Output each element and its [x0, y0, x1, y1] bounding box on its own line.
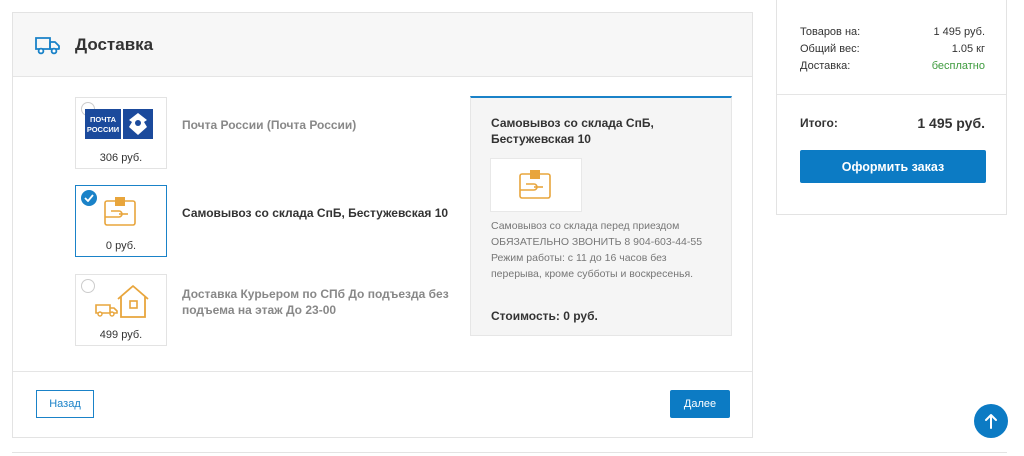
svg-text:РОССИИ: РОССИИ: [87, 125, 119, 134]
delivery-option-pochta[interactable]: ПОЧТА РОССИИ 306 руб.: [75, 97, 167, 169]
bottom-divider: [12, 452, 1007, 453]
place-order-button[interactable]: Оформить заказ: [800, 150, 986, 183]
delivery-detail-panel: Самовывоз со склада СпБ, Бестужевская 10…: [470, 96, 732, 336]
delivery-option-pickup[interactable]: 0 руб.: [75, 185, 167, 257]
order-summary: Товаров на: 1 495 руб. Общий вес: 1.05 к…: [776, 0, 1007, 215]
courier-house-icon: [76, 275, 166, 327]
option-name-pickup[interactable]: Самовывоз со склада СпБ, Бестужевская 10: [182, 205, 448, 221]
summary-divider: [777, 94, 1006, 95]
delivery-header: Доставка: [13, 13, 752, 77]
cost-label: Стоимость:: [491, 309, 560, 323]
next-button[interactable]: Далее: [670, 390, 730, 418]
option-name-courier[interactable]: Доставка Курьером по СПб До подъезда без…: [182, 286, 452, 318]
svg-text:ПОЧТА: ПОЧТА: [90, 115, 117, 124]
delivery-footer: Назад Далее: [13, 371, 752, 438]
delivery-title: Доставка: [75, 34, 154, 54]
summary-total-row: Итого: 1 495 руб.: [800, 115, 985, 131]
pickup-hand-icon: [490, 158, 582, 212]
delivery-option-courier[interactable]: 499 руб.: [75, 274, 167, 346]
weight-label: Общий вес:: [800, 43, 860, 55]
total-label: Итого:: [800, 116, 838, 130]
summary-goods-row: Товаров на: 1 495 руб.: [800, 26, 985, 38]
truck-icon: [35, 36, 60, 54]
summary-weight-row: Общий вес: 1.05 кг: [800, 43, 985, 55]
delivery-value: бесплатно: [931, 60, 985, 72]
option-price: 306 руб.: [99, 152, 143, 164]
detail-description: Самовывоз со склада перед приездом ОБЯЗА…: [491, 220, 703, 280]
option-name-pochta[interactable]: Почта России (Почта России): [182, 117, 356, 133]
goods-value: 1 495 руб.: [933, 26, 985, 38]
option-price: 0 руб.: [105, 240, 137, 252]
delivery-card: Доставка ПОЧТА РОССИИ 306 руб. Почта Рос…: [12, 12, 753, 438]
total-value: 1 495 руб.: [917, 115, 985, 131]
weight-value: 1.05 кг: [951, 43, 985, 55]
option-price: 499 руб.: [99, 329, 143, 341]
delivery-label: Доставка:: [800, 60, 851, 72]
detail-cost: Стоимость: 0 руб.: [491, 309, 598, 323]
arrow-up-icon: [985, 414, 997, 429]
cost-value: 0 руб.: [563, 309, 598, 323]
detail-title: Самовывоз со склада СпБ, Бестужевская 10: [491, 116, 654, 146]
goods-label: Товаров на:: [800, 26, 861, 38]
pochta-logo: ПОЧТА РОССИИ: [76, 98, 166, 150]
summary-delivery-row: Доставка: бесплатно: [800, 60, 985, 72]
back-button[interactable]: Назад: [36, 390, 94, 418]
scroll-to-top-button[interactable]: [974, 404, 1008, 438]
pickup-hand-icon: [76, 186, 166, 238]
